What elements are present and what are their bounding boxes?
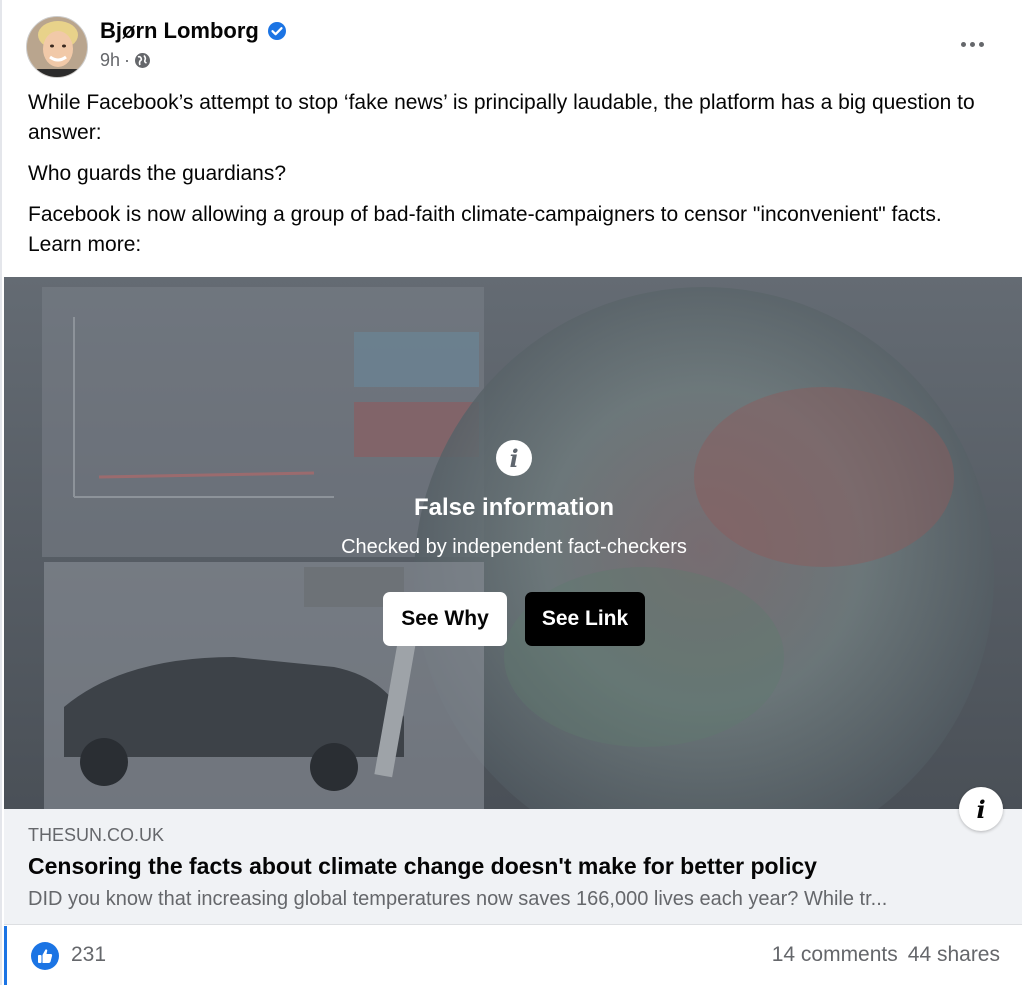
comments-count[interactable]: 14 comments [772,943,898,967]
post-text: While Facebook’s attempt to stop ‘fake n… [28,88,988,271]
link-description: DID you know that increasing global temp… [28,888,888,910]
globe-icon[interactable] [134,52,151,69]
fact-check-title: False information [413,494,615,521]
meta-separator: · [124,50,131,70]
post-paragraph: Who guards the guardians? [28,162,286,185]
post-timestamp[interactable]: 9h [100,50,120,71]
shares-count[interactable]: 44 shares [908,943,1000,967]
like-thumb-icon[interactable] [31,942,59,970]
fact-check-overlay: i False information Checked by independe… [4,277,1022,809]
engagement-bar: 231 14 comments 44 shares [4,926,1022,985]
info-icon: i [496,440,532,476]
like-count[interactable]: 231 [71,943,106,967]
link-title[interactable]: Censoring the facts about climate change… [28,853,817,880]
info-icon[interactable]: i [959,787,1003,831]
author-name-text[interactable]: Bjørn Lomborg [100,18,259,44]
link-preview[interactable]: i THESUN.CO.UK Censoring the facts about… [4,787,1022,925]
author-name[interactable]: Bjørn Lomborg [100,18,287,44]
post-paragraph: While Facebook’s attempt to stop ‘fake n… [28,91,975,144]
blurred-media[interactable]: i False information Checked by independe… [4,277,1022,809]
author-avatar[interactable] [26,16,88,78]
post-meta: 9h · [100,50,151,71]
fact-check-subtitle: Checked by independent fact-checkers [341,536,687,558]
verified-badge-icon [267,21,287,41]
link-domain: THESUN.CO.UK [28,825,165,845]
see-link-button[interactable]: See Link [525,592,645,646]
post-header: Bjørn Lomborg 9h · [26,14,1002,78]
post-card: Bjørn Lomborg 9h · While Facebook’s atte… [0,0,1022,985]
see-why-button[interactable]: See Why [383,592,507,646]
post-paragraph: Facebook is now allowing a group of bad-… [28,203,942,256]
more-options-icon[interactable] [952,32,992,56]
engagement-stats: 14 comments 44 shares [772,943,1000,967]
